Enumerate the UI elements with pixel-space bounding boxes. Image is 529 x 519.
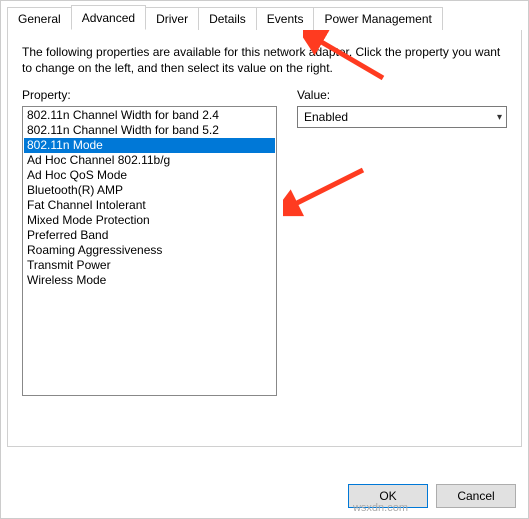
tab-content-advanced: The following properties are available f… — [7, 29, 522, 447]
list-item[interactable]: Bluetooth(R) AMP — [24, 183, 275, 198]
list-item[interactable]: Roaming Aggressiveness — [24, 243, 275, 258]
list-item[interactable]: 802.11n Mode — [24, 138, 275, 153]
list-item[interactable]: Fat Channel Intolerant — [24, 198, 275, 213]
tab-details[interactable]: Details — [198, 7, 257, 30]
list-item[interactable]: 802.11n Channel Width for band 5.2 — [24, 123, 275, 138]
columns: Property: 802.11n Channel Width for band… — [22, 88, 507, 396]
property-column: Property: 802.11n Channel Width for band… — [22, 88, 277, 396]
cancel-button[interactable]: Cancel — [436, 484, 516, 508]
list-item[interactable]: Mixed Mode Protection — [24, 213, 275, 228]
tab-events[interactable]: Events — [256, 7, 315, 30]
value-selected-text: Enabled — [304, 110, 348, 124]
list-item[interactable]: Ad Hoc Channel 802.11b/g — [24, 153, 275, 168]
list-item[interactable]: Transmit Power — [24, 258, 275, 273]
tab-power-management[interactable]: Power Management — [313, 7, 442, 30]
tab-strip: General Advanced Driver Details Events P… — [1, 1, 528, 30]
list-item[interactable]: Preferred Band — [24, 228, 275, 243]
properties-dialog: General Advanced Driver Details Events P… — [0, 0, 529, 519]
tab-general[interactable]: General — [7, 7, 72, 30]
tab-driver[interactable]: Driver — [145, 7, 199, 30]
instructions-text: The following properties are available f… — [22, 44, 507, 76]
value-column: Value: Enabled ▾ — [297, 88, 507, 396]
list-item[interactable]: 802.11n Channel Width for band 2.4 — [24, 108, 275, 123]
value-label: Value: — [297, 88, 507, 102]
property-label: Property: — [22, 88, 277, 102]
property-listbox[interactable]: 802.11n Channel Width for band 2.4802.11… — [22, 106, 277, 396]
chevron-down-icon: ▾ — [497, 112, 502, 123]
list-item[interactable]: Wireless Mode — [24, 273, 275, 288]
watermark-text: wsxdn.com — [353, 502, 408, 514]
list-item[interactable]: Ad Hoc QoS Mode — [24, 168, 275, 183]
value-combobox[interactable]: Enabled ▾ — [297, 106, 507, 128]
tab-advanced[interactable]: Advanced — [71, 5, 146, 30]
